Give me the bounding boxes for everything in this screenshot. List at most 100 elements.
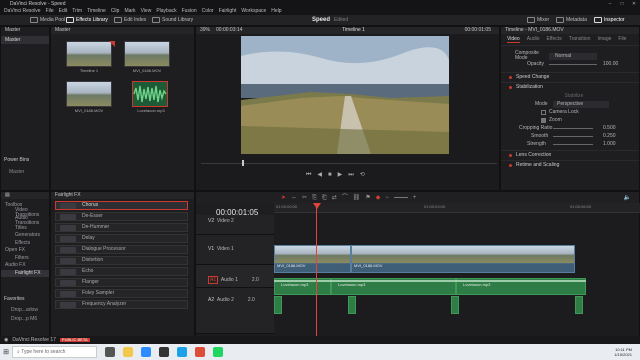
menu-item-clip[interactable]: Clip (111, 9, 120, 14)
master-bin-label[interactable]: Master (5, 28, 20, 33)
menu-item-file[interactable]: File (46, 9, 54, 14)
tree-open-fx[interactable]: Open FX (1, 247, 49, 255)
enable-dot-icon[interactable] (509, 164, 512, 167)
favorite-item[interactable]: Drop...p M6 (11, 317, 37, 322)
taskbar-clock[interactable]: 10:11 PM 1/15/2021 (614, 347, 632, 357)
track-header-v1[interactable]: V1 Video 1 (196, 235, 274, 265)
inspector-button[interactable]: Inspector (590, 17, 629, 23)
effects-panel-icon[interactable]: ▤ (5, 193, 10, 198)
fx-echo[interactable]: Echo (55, 267, 188, 276)
menu-item-mark[interactable]: Mark (124, 9, 135, 14)
strength-slider[interactable] (553, 143, 593, 145)
favorite-item[interactable]: Drop...arlow (11, 308, 38, 313)
fx-de-esser[interactable]: De-Esser (55, 212, 188, 221)
marker-icon[interactable]: ◆ (376, 195, 381, 201)
tree-fairlight-fx[interactable]: Fairlight FX (1, 269, 49, 277)
opacity-value[interactable]: 100.00 (603, 61, 618, 67)
windows-start-icon[interactable]: ⊞ (0, 349, 12, 356)
selection-tool-icon[interactable]: ➤ (281, 195, 286, 201)
menu-item-trim[interactable]: Trim (72, 9, 82, 14)
flag-icon[interactable]: ⚑ (365, 195, 370, 201)
chrome-icon[interactable] (195, 347, 205, 357)
stabilize-button[interactable]: Stabilize (501, 92, 639, 100)
tab-transition[interactable]: Transition (569, 37, 591, 42)
insert-icon[interactable]: ⎘ (312, 195, 317, 201)
fx-delay[interactable]: Delay (55, 234, 188, 243)
scrubber-bar[interactable] (201, 163, 497, 164)
strength-value[interactable]: 1.000 (603, 141, 616, 147)
effects-library-button[interactable]: Effects Library (62, 17, 112, 23)
track-header-a2[interactable]: A2 Audio 2 2.0 (196, 288, 274, 334)
enable-dot-icon[interactable] (509, 76, 512, 79)
reverse-icon[interactable]: ◀ (317, 172, 322, 178)
menu-item-fairlight[interactable]: Fairlight (219, 9, 237, 14)
menu-item-fusion[interactable]: Fusion (182, 9, 197, 14)
blade-tool-icon[interactable]: ✂ (302, 195, 307, 201)
smooth-slider[interactable] (553, 135, 593, 137)
zoom-in-icon[interactable]: + (413, 195, 417, 201)
tree-filters[interactable]: Filters (1, 255, 49, 263)
smooth-value[interactable]: 0.250 (603, 133, 616, 139)
cropping-slider[interactable] (553, 127, 593, 129)
zoom-checkbox[interactable] (541, 117, 546, 123)
speed-change-section[interactable]: Speed Change (516, 75, 549, 80)
menu-item-edit[interactable]: Edit (59, 9, 68, 14)
playhead[interactable] (316, 203, 317, 345)
tree-audio-transitions[interactable]: Audio Transitions (1, 215, 49, 225)
spotify-icon[interactable] (213, 347, 223, 357)
zoom-out-icon[interactable]: − (385, 195, 389, 201)
fx-distortion[interactable]: Distortion (55, 256, 188, 265)
clip-thumb-mvi0186[interactable] (124, 41, 170, 67)
opacity-slider[interactable] (549, 63, 597, 65)
menu-item-help[interactable]: Help (271, 9, 281, 14)
fx-dialogue-processor[interactable]: Dialogue Processor (55, 245, 188, 254)
skip-back-icon[interactable]: ⏮ (306, 172, 311, 178)
tree-audio-fx[interactable]: Audio FX (1, 262, 49, 270)
tab-image[interactable]: Image (597, 37, 611, 42)
video-clip-mvi0188[interactable]: MVI_0188.MOV (351, 245, 575, 273)
cropping-value[interactable]: 0.500 (603, 125, 616, 131)
timeline-name[interactable]: Timeline 1 (342, 28, 365, 33)
menu-item-workspace[interactable]: Workspace (241, 9, 266, 14)
mode-select[interactable]: Perspective (553, 100, 609, 108)
fx-foley-sampler[interactable]: Foley Sampler (55, 289, 188, 298)
replace-icon[interactable]: ⇄ (332, 195, 337, 201)
stabilization-section[interactable]: Stabilization (516, 85, 543, 90)
overwrite-icon[interactable]: ⎗ (322, 195, 327, 201)
close-icon[interactable]: ✕ (628, 1, 640, 7)
menu-item-playback[interactable]: Playback (156, 9, 176, 14)
power-bin-master[interactable]: Master (9, 170, 24, 175)
enable-dot-icon[interactable] (509, 154, 512, 157)
menu-item-timeline[interactable]: Timeline (87, 9, 106, 14)
tab-effects[interactable]: Effects (547, 37, 562, 42)
clip-thumb-timeline[interactable] (66, 41, 112, 67)
volume-line[interactable] (274, 280, 586, 282)
master-bin-item[interactable]: Master (1, 36, 49, 44)
playhead-handle[interactable] (242, 160, 244, 166)
audio-clip-a2[interactable] (575, 296, 583, 314)
enable-dot-icon[interactable] (509, 86, 512, 89)
tab-audio[interactable]: Audio (527, 37, 540, 42)
minimize-icon[interactable]: – (604, 1, 616, 7)
zoom-level[interactable]: 39% (200, 28, 210, 33)
stop-icon[interactable]: ■ (328, 172, 332, 178)
play-icon[interactable]: ▶ (338, 172, 343, 178)
edit-index-button[interactable]: Edit Index (110, 17, 150, 23)
retime-scaling-section[interactable]: Retime and Scaling (516, 163, 559, 168)
clip-thumb-audio[interactable] (132, 81, 168, 107)
track-header-v2[interactable]: V2 Video 2 (196, 215, 274, 235)
tree-effects[interactable]: Effects (1, 240, 49, 248)
composite-mode-select[interactable]: Normal (549, 52, 597, 60)
mixer-button[interactable]: Mixer (523, 17, 553, 23)
menu-item-color[interactable]: Color (202, 9, 214, 14)
fx-de-hummer[interactable]: De-Hummer (55, 223, 188, 232)
maximize-icon[interactable]: □ (616, 1, 628, 7)
sound-library-button[interactable]: Sound Library (148, 17, 197, 23)
zoom-slider[interactable] (393, 197, 408, 198)
snap-icon[interactable]: ⌒ (342, 195, 348, 201)
davinci-icon[interactable] (159, 347, 169, 357)
audio-clip-a2[interactable] (274, 296, 282, 314)
volume-icon[interactable]: 🔈 (624, 195, 631, 201)
task-view-icon[interactable] (105, 347, 115, 357)
link-icon[interactable]: ⛓ (353, 195, 361, 201)
